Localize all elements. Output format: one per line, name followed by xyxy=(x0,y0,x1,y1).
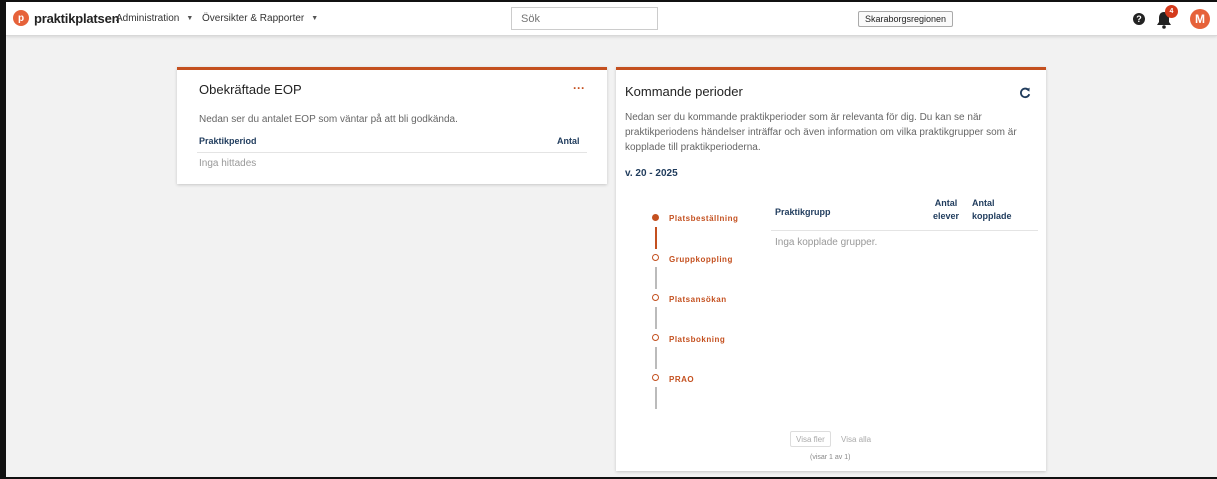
logo-icon: p xyxy=(13,10,29,26)
step-gruppkoppling[interactable]: Gruppkoppling xyxy=(669,255,733,264)
step-platsbestallning[interactable]: Platsbeställning xyxy=(669,214,738,223)
timeline-connector xyxy=(655,307,657,329)
more-options-icon[interactable]: ··· xyxy=(573,81,585,95)
search-input[interactable] xyxy=(511,7,658,30)
caret-down-icon: ▼ xyxy=(311,15,319,22)
table-divider xyxy=(197,152,587,153)
col-header-praktikperiod: Praktikperiod xyxy=(199,136,257,146)
region-selector[interactable]: Skaraborgsregionen xyxy=(858,11,954,27)
col-header-antal: Antal xyxy=(557,136,580,146)
refresh-icon[interactable] xyxy=(1019,87,1031,99)
periods-card: Kommande perioder Nedan ser du kommande … xyxy=(616,67,1046,471)
show-more-button[interactable]: Visa fler xyxy=(790,431,831,447)
col-header-line: Antal xyxy=(972,198,995,208)
brand-logo[interactable]: p praktikplatsen xyxy=(13,10,120,26)
menu-reports-label: Översikter & Rapporter xyxy=(202,13,305,24)
menu-administration[interactable]: Administration ▼ xyxy=(116,13,193,24)
eop-empty-message: Inga hittades xyxy=(199,158,257,169)
help-icon[interactable]: ? xyxy=(1133,13,1145,25)
eop-card-description: Nedan ser du antalet EOP som väntar på a… xyxy=(199,114,458,125)
step-dot-hollow xyxy=(652,294,659,301)
menu-administration-label: Administration xyxy=(116,13,180,24)
col-header-praktikgrupp: Praktikgrupp xyxy=(775,207,831,217)
menu-reports[interactable]: Översikter & Rapporter ▼ xyxy=(202,13,318,24)
step-dot-hollow xyxy=(652,374,659,381)
step-prao[interactable]: PRAO xyxy=(669,375,694,384)
timeline-connector xyxy=(655,227,657,249)
col-header-line: kopplade xyxy=(972,211,1012,221)
timeline-connector xyxy=(655,347,657,369)
col-header-line: Antal xyxy=(934,198,958,208)
periods-card-title: Kommande perioder xyxy=(625,84,743,99)
show-all-button[interactable]: Visa alla xyxy=(836,431,876,447)
notification-badge: 4 xyxy=(1165,5,1178,18)
step-platsansokan[interactable]: Platsansökan xyxy=(669,295,727,304)
user-avatar[interactable]: M xyxy=(1190,9,1210,29)
brand-name: praktikplatsen xyxy=(34,10,120,26)
table-divider xyxy=(771,230,1038,231)
top-navbar: p praktikplatsen Administration ▼ Översi… xyxy=(6,2,1217,36)
eop-card: Obekräftade EOP ··· Nedan ser du antalet… xyxy=(177,67,607,184)
timeline-connector xyxy=(655,387,657,409)
periods-card-description: Nedan ser du kommande praktikperioder so… xyxy=(625,112,1017,153)
step-dot-hollow xyxy=(652,254,659,261)
col-header-antal-kopplade: Antal kopplade xyxy=(972,198,1012,221)
timeline-connector xyxy=(655,267,657,289)
groups-empty-message: Inga kopplade grupper. xyxy=(775,237,878,248)
caret-down-icon: ▼ xyxy=(186,15,194,22)
app-frame: p praktikplatsen Administration ▼ Översi… xyxy=(0,0,1217,479)
week-link[interactable]: v. 20 - 2025 xyxy=(625,168,678,179)
col-header-line: elever xyxy=(932,211,960,221)
eop-card-title: Obekräftade EOP xyxy=(199,82,302,97)
pagination-status: (visar 1 av 1) xyxy=(810,454,851,461)
col-header-antal-elever: Antal elever xyxy=(931,198,961,221)
step-dot-hollow xyxy=(652,334,659,341)
step-platsbokning[interactable]: Platsbokning xyxy=(669,335,725,344)
step-dot-filled xyxy=(652,214,659,221)
